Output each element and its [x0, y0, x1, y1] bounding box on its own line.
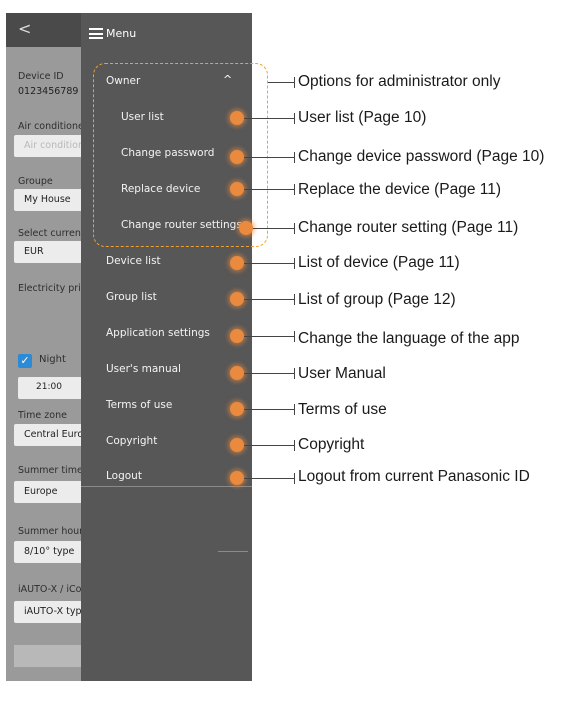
night-time-select[interactable]: 21:00 [18, 377, 90, 399]
leader-tick [294, 258, 295, 269]
callout-dot [230, 366, 244, 380]
menu-item-application-settings[interactable]: Application settings [106, 327, 210, 339]
leader-tick [294, 440, 295, 451]
leader-line [244, 157, 294, 158]
leader-line [244, 445, 294, 446]
groupe-label: Groupe [18, 176, 53, 187]
annotation-terms: Terms of use [298, 401, 387, 418]
leader-tick [294, 294, 295, 305]
annotation-change-password: Change device password (Page 10) [298, 148, 545, 165]
settings-form: Device ID 0123456789 Air conditioner Air… [6, 47, 98, 681]
annotation-change-router: Change router setting (Page 11) [298, 219, 519, 236]
menu-item-copyright[interactable]: Copyright [106, 435, 157, 447]
callout-dot [230, 329, 244, 343]
leader-tick [294, 331, 295, 342]
callout-dot [230, 438, 244, 452]
callout-dot [230, 150, 244, 164]
leader-line [244, 409, 294, 410]
menu-item-group-list[interactable]: Group list [106, 291, 157, 303]
leader-tick [294, 113, 295, 124]
callout-dot [230, 402, 244, 416]
leader-tick [294, 368, 295, 379]
menu-title: Menu [106, 27, 137, 40]
leader-line [244, 336, 294, 337]
leader-line [244, 263, 294, 264]
hamburger-icon[interactable] [89, 28, 103, 39]
callout-dot [230, 292, 244, 306]
leader-tick [294, 404, 295, 415]
leader-tick [294, 184, 295, 195]
leader-tick [294, 152, 295, 163]
night-checkbox[interactable]: ✓ [18, 354, 32, 368]
leader-tick [294, 77, 295, 88]
leader-line [268, 82, 294, 83]
annotation-app-settings: Change the language of the app [298, 330, 520, 347]
leader-line [244, 189, 294, 190]
annotation-copyright: Copyright [298, 436, 365, 453]
callout-dot [239, 221, 253, 235]
annotation-users-manual: User Manual [298, 365, 386, 382]
leader-line [244, 373, 294, 374]
leader-line [244, 299, 294, 300]
leader-line [253, 228, 294, 229]
leader-line [244, 118, 294, 119]
annotation-user-list: User list (Page 10) [298, 109, 427, 126]
air-conditioner-label: Air conditioner [18, 121, 88, 132]
time-zone-label: Time zone [18, 410, 67, 421]
leader-line [244, 478, 294, 479]
annotation-logout: Logout from current Panasonic ID [298, 468, 530, 485]
back-button[interactable]: < [18, 19, 31, 38]
annotation-replace-device: Replace the device (Page 11) [298, 181, 502, 198]
callout-dot [230, 256, 244, 270]
leader-tick [294, 223, 295, 234]
callout-dot [230, 471, 244, 485]
summer-hours-label: Summer hours [18, 526, 89, 537]
annotation-group-list: List of group (Page 12) [298, 291, 456, 308]
annotation-owner: Options for administrator only [298, 73, 501, 90]
divider [81, 486, 252, 487]
callout-dot [230, 111, 244, 125]
menu-item-device-list[interactable]: Device list [106, 255, 161, 267]
menu-item-users-manual[interactable]: User's manual [106, 363, 181, 375]
annotation-device-list: List of device (Page 11) [298, 254, 460, 271]
callout-dot [230, 182, 244, 196]
iauto-label: iAUTO-X / iCo [18, 584, 82, 595]
divider [218, 551, 248, 552]
night-label: Night [39, 354, 66, 365]
leader-tick [294, 473, 295, 484]
night-time-value: 21:00 [36, 382, 62, 392]
menu-item-terms-of-use[interactable]: Terms of use [106, 399, 172, 411]
menu-item-logout[interactable]: Logout [106, 470, 142, 482]
summer-time-label: Summer time [18, 465, 83, 476]
